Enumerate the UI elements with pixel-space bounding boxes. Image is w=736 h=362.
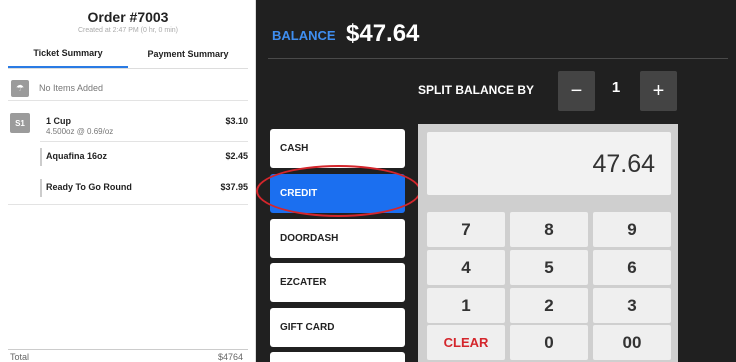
key-2[interactable]: 2 [510, 288, 588, 323]
total-label: Total [10, 352, 30, 362]
tab-payment-summary[interactable]: Payment Summary [128, 40, 248, 68]
method-credit-button[interactable]: CREDIT [270, 174, 405, 213]
divider [40, 141, 248, 142]
key-9[interactable]: 9 [593, 212, 671, 247]
order-created-time: Created at 2:47 PM (0 hr, 0 min) [78, 27, 178, 34]
key-4[interactable]: 4 [427, 250, 505, 285]
payment-panel: BALANCE $47.64 SPLIT BALANCE BY − 1 + CA… [256, 0, 736, 362]
item-name: Aquafina 16oz [46, 151, 108, 161]
umbrella-icon: ☂ [11, 79, 29, 97]
key-clear[interactable]: CLEAR [427, 325, 505, 360]
divider [268, 58, 728, 59]
item-name: 1 Cup [46, 116, 72, 126]
order-title: Order #7003 [87, 9, 169, 25]
balance-label: BALANCE [272, 28, 336, 43]
method-gift-card-button[interactable]: GIFT CARD [270, 308, 405, 347]
key-8[interactable]: 8 [510, 212, 588, 247]
keypad: 47.64 7 8 9 4 5 6 1 2 3 CLEAR 0 00 [418, 124, 678, 362]
total-value: $4764 [217, 352, 243, 362]
item-modifier: 4.500oz @ 0.69/oz [46, 127, 114, 136]
item-price: $3.10 [225, 116, 248, 126]
balance-value: $47.64 [346, 20, 420, 47]
divider [8, 349, 248, 350]
key-6[interactable]: 6 [593, 250, 671, 285]
split-decrease-button[interactable]: − [558, 71, 595, 111]
item-indent-bar [40, 148, 42, 166]
method-ezcater-button[interactable]: EZCATER [270, 263, 405, 302]
amount-display[interactable]: 47.64 [427, 132, 671, 195]
method-doordash-button[interactable]: DOORDASH [270, 219, 405, 258]
item-name: Ready To Go Round [46, 182, 132, 192]
no-items-row: ☂ No Items Added [8, 76, 248, 101]
divider [8, 204, 248, 205]
split-balance-label: SPLIT BALANCE BY [418, 83, 535, 97]
key-3[interactable]: 3 [593, 288, 671, 323]
key-00[interactable]: 00 [593, 325, 671, 360]
split-increase-button[interactable]: + [640, 71, 677, 111]
order-panel: Order #7003 Created at 2:47 PM (0 hr, 0 … [0, 0, 256, 362]
amount-value: 47.64 [592, 150, 655, 178]
item-price: $37.95 [220, 182, 248, 192]
item-indent-bar [40, 179, 42, 197]
key-7[interactable]: 7 [427, 212, 505, 247]
no-items-label: No Items Added [39, 83, 104, 93]
method-more-button[interactable] [270, 352, 405, 362]
tab-ticket-summary[interactable]: Ticket Summary [8, 40, 128, 68]
summary-tabs: Ticket Summary Payment Summary [8, 40, 248, 69]
key-5[interactable]: 5 [510, 250, 588, 285]
key-1[interactable]: 1 [427, 288, 505, 323]
split-count: 1 [611, 79, 621, 96]
method-cash-button[interactable]: CASH [270, 129, 405, 168]
seat-badge[interactable]: S1 [10, 113, 30, 133]
key-0[interactable]: 0 [510, 325, 588, 360]
item-price: $2.45 [225, 151, 248, 161]
